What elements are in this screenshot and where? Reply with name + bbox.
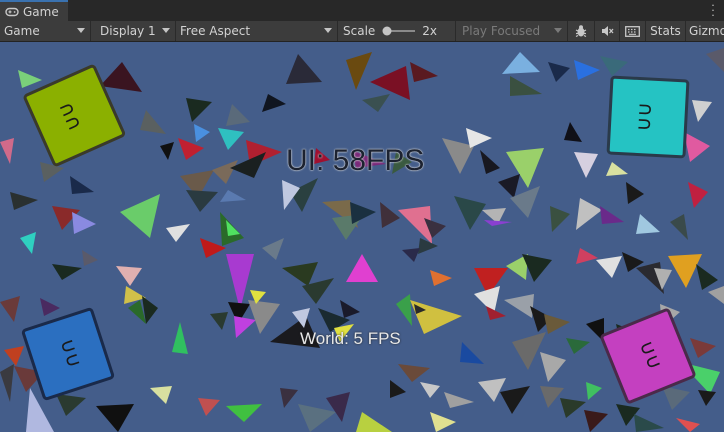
scale-slider[interactable] (381, 25, 417, 37)
tab-bar: Game · · · (0, 0, 724, 21)
gizmos-button[interactable]: Gizmo (686, 21, 724, 41)
audio-mute-icon (601, 26, 613, 36)
gizmos-label: Gizmo (689, 24, 724, 38)
more-options-icon[interactable]: · · · (710, 0, 716, 21)
chevron-down-icon (554, 28, 562, 33)
mode-dropdown[interactable]: Game (0, 21, 91, 41)
aspect-label: Free Aspect (180, 24, 251, 38)
keyboard-icon (625, 25, 640, 37)
gamepad-icon (5, 7, 19, 16)
scale-control[interactable]: Scale 2x (338, 21, 456, 41)
scale-label: Scale (343, 24, 376, 38)
chevron-down-icon (162, 28, 170, 33)
card-bottom-left: ∩∩ (21, 307, 115, 401)
game-viewport[interactable]: ∩∩ ∩∩ ∩∩ ∩∩ UI: 58FPS World: 5 FPS (0, 42, 724, 432)
tab-game[interactable]: Game (0, 0, 68, 21)
stats-button[interactable]: Stats (646, 21, 686, 41)
card-bottom-right: ∩∩ (600, 308, 696, 404)
chevron-down-icon (77, 28, 85, 33)
mode-label: Game (4, 24, 40, 38)
world-fps-label: World: 5 FPS (300, 329, 401, 348)
bug-icon (575, 25, 587, 38)
card-top-right: ∩∩ (606, 75, 690, 159)
aspect-dropdown[interactable]: Free Aspect (176, 21, 338, 41)
ui-fps-label: UI: 58FPS (286, 144, 425, 177)
display-dropdown[interactable]: Display 1 (91, 21, 176, 41)
scene-render: ∩∩ ∩∩ ∩∩ ∩∩ (0, 48, 724, 432)
play-focus-dropdown[interactable]: Play Focused (456, 21, 568, 41)
tab-label: Game (23, 4, 59, 19)
game-toolbar: Game Display 1 Free Aspect Scale 2x Play… (0, 21, 724, 42)
shortcuts-button[interactable] (620, 21, 646, 41)
card-glyph: ∩∩ (633, 102, 658, 132)
debug-button[interactable] (568, 21, 595, 41)
scale-value: 2x (422, 24, 438, 38)
play-focus-label: Play Focused (462, 24, 541, 38)
display-label: Display 1 (100, 24, 156, 38)
stats-label: Stats (650, 24, 681, 38)
chevron-down-icon (324, 28, 332, 33)
mute-audio-button[interactable] (595, 21, 620, 41)
